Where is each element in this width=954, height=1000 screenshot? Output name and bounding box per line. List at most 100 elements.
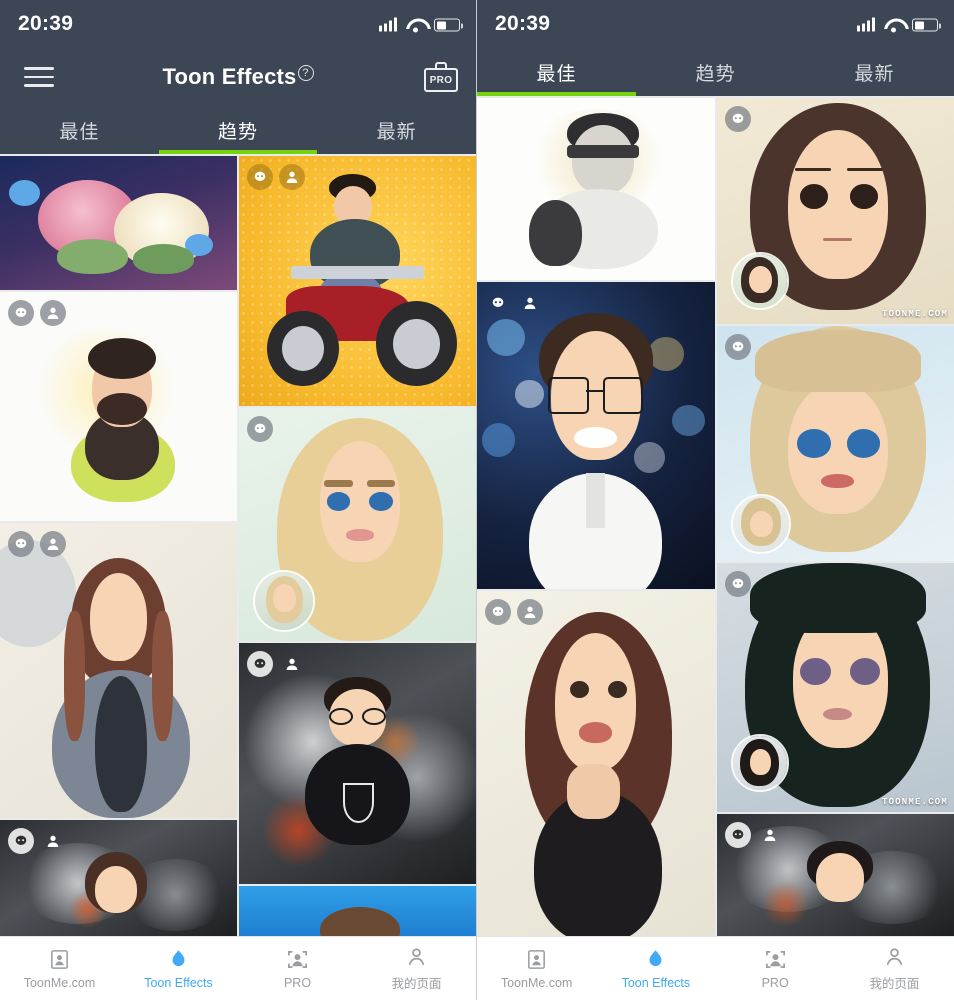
tile-anime-blonde[interactable]: [716, 325, 954, 562]
nav-label: ToonMe.com: [23, 975, 96, 990]
dual-phone-screenshot: 20:39 Toon Effects? PRO 最佳 趋势 最新 ToonMe.…: [0, 0, 954, 1000]
tab-trending[interactable]: 趋势: [636, 48, 795, 96]
nav-toon-effects[interactable]: Toon Effects: [119, 937, 238, 1000]
toon-face-icon: [8, 827, 34, 854]
tile-boy-glasses[interactable]: [239, 643, 476, 884]
source-photo-thumbnail: [730, 252, 789, 311]
person-icon: [517, 290, 543, 316]
wifi-icon: [406, 18, 425, 33]
tile-badges: [724, 106, 751, 132]
status-clock: 20:39: [18, 12, 74, 35]
tile-badges: [247, 164, 305, 190]
pro-button[interactable]: PRO: [424, 62, 458, 92]
tile-flowers[interactable]: [0, 156, 237, 290]
tile-badges: [485, 599, 543, 626]
tile-badges: [724, 822, 783, 849]
tile-badges: [485, 290, 543, 316]
wifi-icon: [884, 18, 903, 33]
right-phone-panel: 20:39 最佳 趋势 最新 TOONME.COM TOONME.COM Too…: [477, 0, 954, 1000]
feed-column-2: [239, 156, 476, 936]
watermark: TOONME.COM: [881, 308, 948, 319]
face-scan-icon: [765, 950, 785, 968]
tile-badges: [8, 530, 66, 557]
person-icon: [40, 299, 66, 326]
nav-label: 我的页面: [869, 977, 920, 991]
tile-man-smoke[interactable]: [0, 819, 237, 936]
pro-button-label: PRO: [424, 68, 458, 92]
tile-badges: [724, 571, 751, 598]
tile-man-smoke-2[interactable]: [716, 814, 954, 936]
person-outline-icon: [408, 948, 425, 966]
nav-pro[interactable]: PRO: [238, 937, 357, 1000]
nav-pro[interactable]: PRO: [716, 937, 835, 1000]
toon-face-icon: [724, 333, 751, 360]
image-feed-right[interactable]: TOONME.COM TOONME.COM: [477, 96, 954, 936]
tile-sketch-man[interactable]: [477, 98, 715, 281]
toon-face-icon: [247, 416, 273, 443]
toon-face-icon: [247, 164, 273, 190]
feed-column-2: TOONME.COM TOONME.COM: [716, 98, 954, 936]
person-icon: [517, 599, 543, 626]
toon-face-icon: [8, 299, 34, 326]
toon-face-icon: [485, 290, 511, 316]
toon-face-icon: [8, 530, 34, 557]
nav-label: Toon Effects: [144, 975, 213, 990]
image-feed-left[interactable]: [0, 154, 476, 936]
signal-bars-icon: [379, 17, 397, 32]
person-outline-icon: [886, 948, 902, 966]
nav-my-page[interactable]: 我的页面: [835, 937, 954, 1000]
flame-icon: [172, 949, 185, 966]
tab-newest[interactable]: 最新: [795, 48, 954, 96]
nav-label: Toon Effects: [621, 975, 691, 990]
left-phone-panel: 20:39 Toon Effects? PRO 最佳 趋势 最新 ToonMe.…: [0, 0, 477, 1000]
status-clock: 20:39: [495, 12, 551, 35]
person-icon: [757, 822, 783, 848]
status-icons: [857, 17, 941, 33]
tab-best[interactable]: 最佳: [477, 48, 636, 96]
tile-badges: [8, 299, 66, 326]
toon-face-icon: [724, 822, 751, 849]
battery-icon: [912, 18, 941, 32]
tab-newest[interactable]: 最新: [317, 106, 476, 154]
tile-blue-partial[interactable]: [239, 885, 476, 936]
tile-motorcycle[interactable]: [239, 156, 476, 407]
battery-icon: [434, 18, 463, 32]
tab-best[interactable]: 最佳: [0, 106, 159, 154]
photo-portrait-icon: [528, 949, 546, 969]
nav-toonme[interactable]: ToonMe.com: [477, 937, 596, 1000]
face-scan-icon: [288, 950, 307, 968]
tile-badges: [247, 651, 305, 678]
app-bar: Toon Effects? PRO: [0, 48, 476, 106]
nav-label: PRO: [761, 975, 789, 990]
page-title: Toon Effects?: [0, 64, 476, 90]
source-photo-thumbnail: [730, 734, 789, 793]
app-title-text: Toon Effects: [162, 64, 297, 89]
person-icon: [40, 828, 66, 854]
tile-anime-black-hair[interactable]: TOONME.COM: [716, 563, 954, 813]
person-icon: [279, 651, 305, 677]
toon-face-icon: [247, 651, 273, 678]
nav-label: 我的页面: [391, 977, 442, 991]
nav-toonme[interactable]: ToonMe.com: [0, 937, 119, 1000]
tile-smiling-woman[interactable]: [477, 591, 715, 936]
feed-column-1: [477, 98, 715, 936]
source-photo-thumbnail: [253, 569, 316, 632]
toon-face-icon: [724, 571, 751, 598]
tab-trending[interactable]: 趋势: [159, 106, 318, 154]
help-icon[interactable]: ?: [297, 64, 314, 81]
person-icon: [279, 164, 305, 190]
nav-label: ToonMe.com: [500, 975, 573, 990]
source-photo-thumbnail: [730, 494, 791, 555]
nav-my-page[interactable]: 我的页面: [357, 937, 476, 1000]
tile-badges: [724, 333, 751, 360]
nav-toon-effects[interactable]: Toon Effects: [596, 937, 715, 1000]
tile-man-bokeh[interactable]: [477, 282, 715, 590]
tile-anime-brown-hair[interactable]: TOONME.COM: [716, 98, 954, 324]
tile-woman-coat[interactable]: [0, 522, 237, 818]
tile-bearded-man[interactable]: [0, 291, 237, 521]
tile-blonde-cartoon[interactable]: [239, 408, 476, 642]
nav-label: PRO: [283, 975, 312, 990]
watermark: TOONME.COM: [881, 797, 948, 808]
flame-icon: [649, 949, 662, 966]
signal-bars-icon: [857, 17, 875, 32]
